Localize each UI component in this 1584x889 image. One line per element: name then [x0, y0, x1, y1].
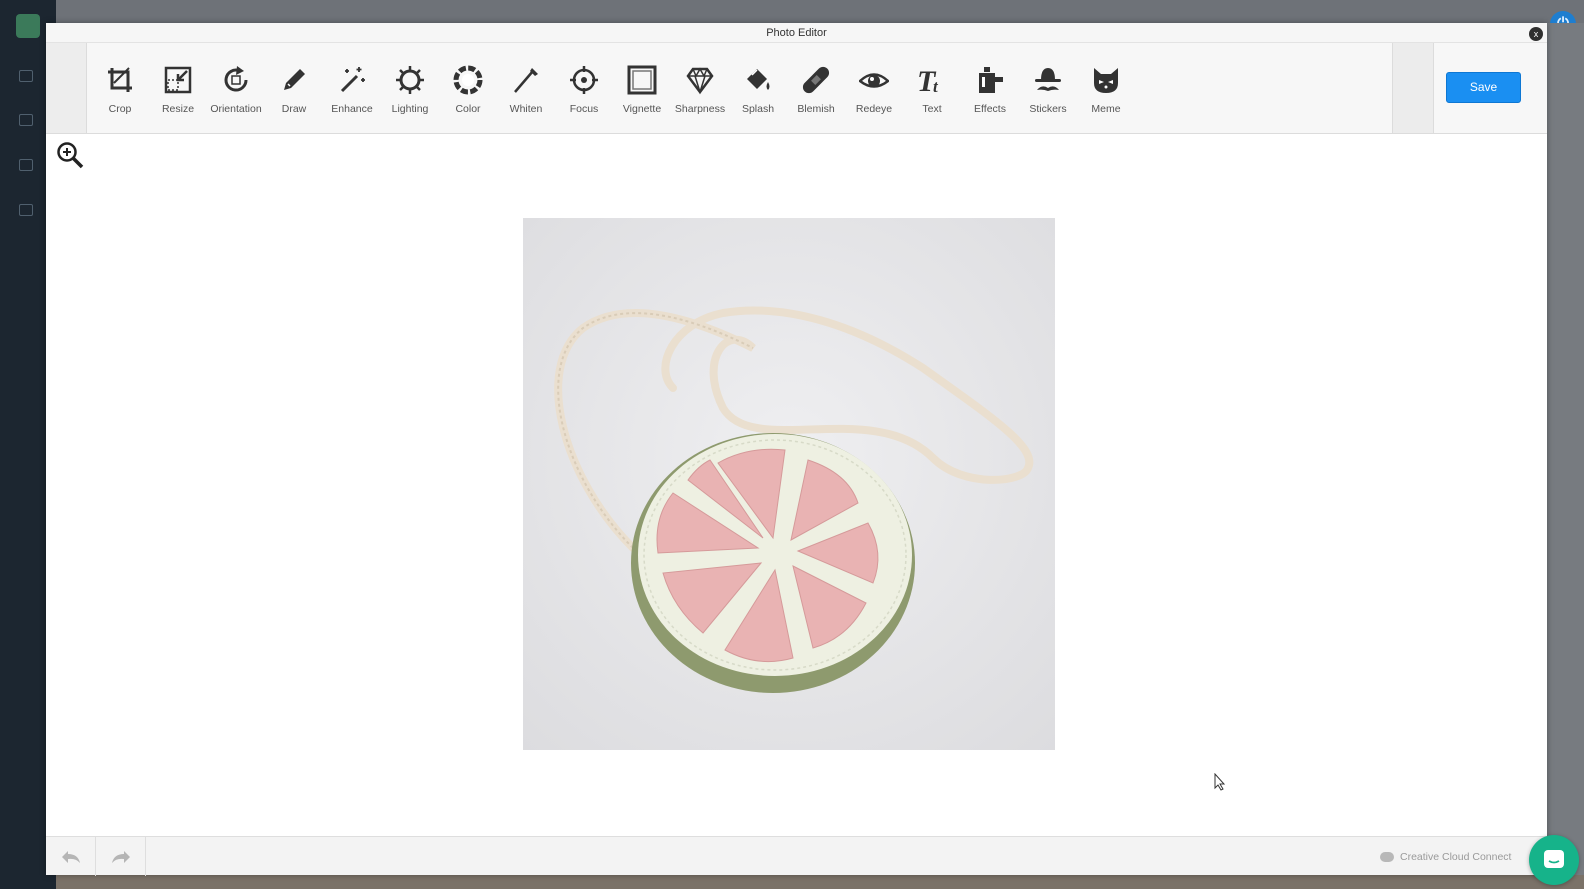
- redo-icon: [111, 850, 130, 863]
- creative-cloud-icon: [1380, 851, 1394, 862]
- tool-label: Vignette: [622, 103, 662, 115]
- pencil-icon: [277, 63, 311, 97]
- tool-orientation[interactable]: Orientation: [207, 43, 265, 133]
- chat-icon: [1544, 850, 1564, 868]
- tool-draw[interactable]: Draw: [265, 43, 323, 133]
- bandage-icon: [799, 63, 833, 97]
- tool-label: Orientation: [210, 103, 262, 115]
- photo-editor-modal: Photo Editor x Crop Resize Orientation D…: [46, 23, 1547, 876]
- tool-label: Draw: [281, 103, 307, 115]
- resize-icon: [161, 63, 195, 97]
- tool-lighting[interactable]: Lighting: [381, 43, 439, 133]
- undo-icon: [61, 850, 80, 863]
- tool-resize[interactable]: Resize: [149, 43, 207, 133]
- zoom-in-icon[interactable]: [55, 140, 85, 170]
- tool-crop[interactable]: Crop: [91, 43, 149, 133]
- close-button[interactable]: x: [1529, 27, 1543, 41]
- crop-icon: [103, 63, 137, 97]
- tool-label: Sharpness: [674, 103, 726, 115]
- tool-blemish[interactable]: Blemish: [787, 43, 845, 133]
- tool-label: Effects: [974, 103, 1006, 115]
- target-icon: [567, 63, 601, 97]
- tool-focus[interactable]: Focus: [555, 43, 613, 133]
- tool-label: Color: [455, 103, 481, 115]
- tool-label: Resize: [161, 103, 195, 115]
- sidebar-grid-icon[interactable]: [19, 70, 33, 82]
- tool-label: Blemish: [797, 103, 835, 115]
- undo-button[interactable]: [46, 837, 96, 876]
- app-logo[interactable]: [16, 14, 40, 38]
- sidebar-book-icon[interactable]: [19, 204, 33, 216]
- tool-label: Splash: [741, 103, 775, 115]
- cat-face-icon: [1089, 63, 1123, 97]
- editor-footer: Creative Cloud Connect: [46, 836, 1547, 876]
- save-button[interactable]: Save: [1446, 72, 1521, 103]
- modal-title: Photo Editor: [46, 23, 1547, 43]
- tool-label: Focus: [569, 103, 599, 115]
- toolbar-scroll-left[interactable]: [46, 43, 87, 133]
- app-topbar: [56, 0, 1584, 23]
- color-ring-icon: [451, 63, 485, 97]
- creative-cloud-connect[interactable]: Creative Cloud Connect: [1380, 837, 1516, 876]
- mouse-cursor-icon: [1214, 773, 1226, 791]
- hat-mustache-icon: [1031, 63, 1065, 97]
- tool-splash[interactable]: Splash: [729, 43, 787, 133]
- tool-meme[interactable]: Meme: [1077, 43, 1135, 133]
- tool-whiten[interactable]: Whiten: [497, 43, 555, 133]
- tool-label: Whiten: [509, 103, 543, 115]
- tool-label: Text: [922, 103, 942, 115]
- toolbar-scroll-right[interactable]: [1392, 43, 1434, 133]
- creative-cloud-label: Creative Cloud Connect: [1400, 850, 1512, 863]
- tool-vignette[interactable]: Vignette: [613, 43, 671, 133]
- tool-text[interactable]: Tt Text: [903, 43, 961, 133]
- tool-effects[interactable]: Effects: [961, 43, 1019, 133]
- tool-redeye[interactable]: Redeye: [845, 43, 903, 133]
- svg-text:t: t: [933, 77, 939, 96]
- eye-icon: [857, 63, 891, 97]
- sidebar-feed-icon[interactable]: [19, 159, 33, 171]
- tool-label: Redeye: [855, 103, 893, 115]
- tool-label: Enhance: [331, 103, 373, 115]
- app-bottom-strip: [56, 875, 1584, 889]
- photo-canvas[interactable]: [523, 218, 1055, 750]
- chat-button[interactable]: [1529, 835, 1579, 885]
- rotate-icon: [219, 63, 253, 97]
- sun-icon: [393, 63, 427, 97]
- tool-label: Lighting: [391, 103, 429, 115]
- editor-toolbar: Crop Resize Orientation Draw Enhance Lig…: [46, 43, 1547, 134]
- tool-label: Stickers: [1029, 103, 1067, 115]
- tool-label: Crop: [108, 103, 132, 115]
- tool-color[interactable]: Color: [439, 43, 497, 133]
- text-icon: Tt: [915, 63, 949, 97]
- effects-icon: [973, 63, 1007, 97]
- tool-sharpness[interactable]: Sharpness: [671, 43, 729, 133]
- tool-enhance[interactable]: Enhance: [323, 43, 381, 133]
- tool-stickers[interactable]: Stickers: [1019, 43, 1077, 133]
- magic-wand-icon: [335, 63, 369, 97]
- whiten-brush-icon: [509, 63, 543, 97]
- paint-bucket-icon: [741, 63, 775, 97]
- sidebar-layers-icon[interactable]: [19, 114, 33, 126]
- vignette-frame-icon: [625, 63, 659, 97]
- tool-label: Meme: [1091, 103, 1121, 115]
- diamond-icon: [683, 63, 717, 97]
- redo-button[interactable]: [96, 837, 146, 876]
